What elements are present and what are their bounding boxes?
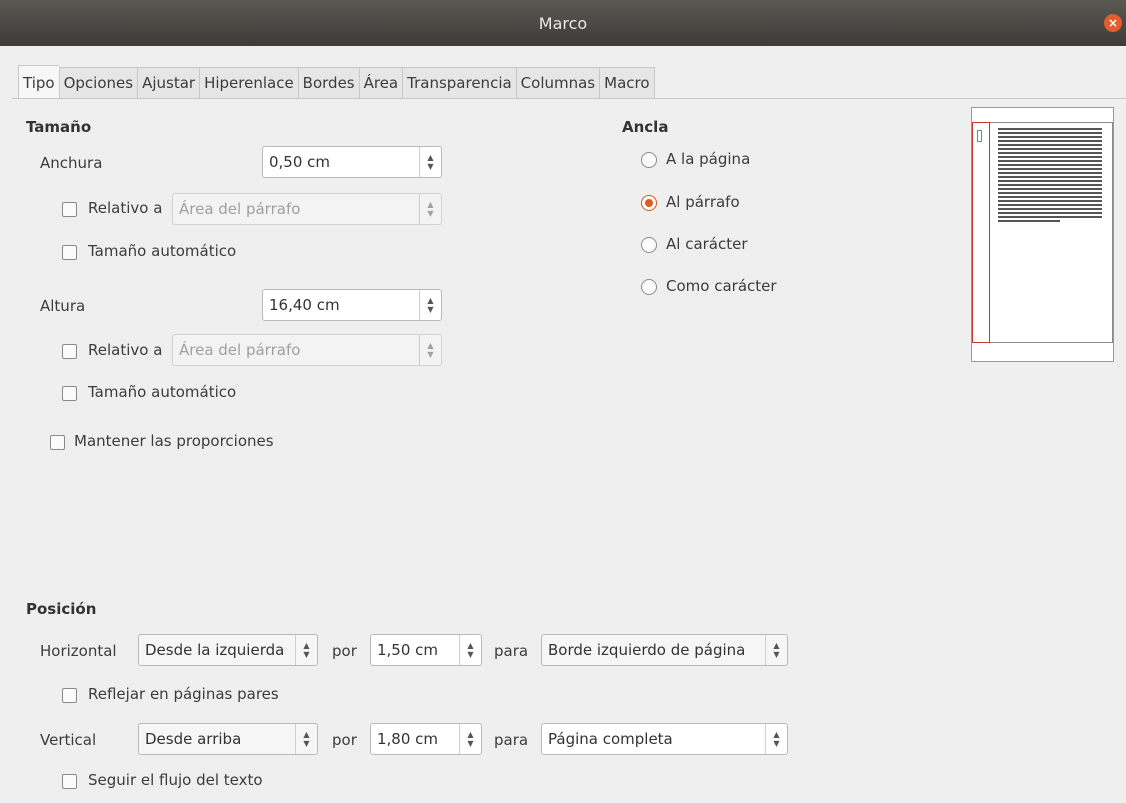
mirror-checkbox[interactable] bbox=[62, 688, 77, 703]
horizontal-value: Desde la izquierda bbox=[145, 641, 285, 659]
height-relative-label: Relativo a bbox=[88, 341, 163, 359]
anchor-paragraph-label: Al párrafo bbox=[666, 193, 740, 211]
spin-arrows-icon: ▲ ▼ bbox=[419, 194, 441, 224]
width-value: 0,50 cm bbox=[269, 153, 331, 171]
anchor-character-radio[interactable] bbox=[641, 237, 657, 253]
preview-frame bbox=[972, 122, 990, 343]
tab-macro[interactable]: Macro bbox=[599, 67, 655, 99]
width-relative-value: Área del párrafo bbox=[179, 200, 301, 218]
spin-arrows-icon[interactable]: ▲ ▼ bbox=[459, 635, 481, 665]
spin-arrows-icon[interactable]: ▲ ▼ bbox=[765, 635, 787, 665]
tab-bordes[interactable]: Bordes bbox=[297, 67, 359, 99]
v-to-value: Página completa bbox=[548, 730, 673, 748]
anchor-page-radio[interactable] bbox=[641, 152, 657, 168]
window-title: Marco bbox=[538, 13, 588, 33]
horizontal-label: Horizontal bbox=[40, 642, 117, 660]
keep-ratio-checkbox[interactable] bbox=[50, 435, 65, 450]
follow-flow-checkbox[interactable] bbox=[62, 774, 77, 789]
title-bar: Marco × bbox=[0, 0, 1126, 46]
width-relative-select: Área del párrafo ▲ ▼ bbox=[172, 193, 442, 225]
width-label: Anchura bbox=[40, 154, 103, 172]
horizontal-select[interactable]: Desde la izquierda ▲ ▼ bbox=[138, 634, 318, 666]
spin-arrows-icon[interactable]: ▲ ▼ bbox=[459, 724, 481, 754]
vertical-label: Vertical bbox=[40, 731, 97, 749]
anchor-as-character-label: Como carácter bbox=[666, 277, 777, 295]
h-to-value: Borde izquierdo de página bbox=[548, 641, 746, 659]
width-relative-checkbox[interactable] bbox=[62, 202, 77, 217]
spin-arrows-icon[interactable]: ▲ ▼ bbox=[419, 290, 441, 320]
height-spinbox[interactable]: 16,40 cm ▲ ▼ bbox=[262, 289, 442, 321]
height-relative-value: Área del párrafo bbox=[179, 341, 301, 359]
tab-opciones[interactable]: Opciones bbox=[58, 67, 138, 99]
tab-tipo[interactable]: Tipo bbox=[18, 65, 59, 99]
size-heading: Tamaño bbox=[26, 118, 92, 136]
spin-arrows-icon[interactable]: ▲ ▼ bbox=[765, 724, 787, 754]
mirror-label: Reflejar en páginas pares bbox=[88, 685, 279, 703]
tab-panel-tipo: Tamaño Anchura 0,50 cm ▲ ▼ Relativo a Áre… bbox=[12, 98, 1126, 803]
v-to-label: para bbox=[494, 731, 529, 749]
tab-columnas[interactable]: Columnas bbox=[515, 67, 600, 99]
anchor-heading: Ancla bbox=[622, 118, 669, 136]
v-by-value: 1,80 cm bbox=[377, 730, 439, 748]
width-auto-label: Tamaño automático bbox=[88, 242, 237, 260]
v-by-label: por bbox=[332, 731, 357, 749]
v-to-select[interactable]: Página completa ▲ ▼ bbox=[541, 723, 788, 755]
height-label: Altura bbox=[40, 297, 86, 315]
tab-transparencia[interactable]: Transparencia bbox=[402, 67, 516, 99]
v-by-spinbox[interactable]: 1,80 cm ▲ ▼ bbox=[370, 723, 482, 755]
vertical-select[interactable]: Desde arriba ▲ ▼ bbox=[138, 723, 318, 755]
height-relative-checkbox[interactable] bbox=[62, 344, 77, 359]
width-auto-checkbox[interactable] bbox=[62, 245, 77, 260]
anchor-page-label: A la página bbox=[666, 150, 751, 168]
spin-arrows-icon: ▲ ▼ bbox=[419, 335, 441, 365]
h-by-label: por bbox=[332, 642, 357, 660]
height-auto-label: Tamaño automático bbox=[88, 383, 237, 401]
anchor-paragraph-radio[interactable] bbox=[641, 195, 657, 211]
tab-hiperenlace[interactable]: Hiperenlace bbox=[199, 67, 298, 99]
h-by-spinbox[interactable]: 1,50 cm ▲ ▼ bbox=[370, 634, 482, 666]
anchor-character-label: Al carácter bbox=[666, 235, 748, 253]
height-relative-select: Área del párrafo ▲ ▼ bbox=[172, 334, 442, 366]
width-spinbox[interactable]: 0,50 cm ▲ ▼ bbox=[262, 146, 442, 178]
close-icon[interactable]: × bbox=[1104, 14, 1122, 32]
position-heading: Posición bbox=[26, 600, 97, 618]
vertical-value: Desde arriba bbox=[145, 730, 242, 748]
tab-area[interactable]: Área bbox=[358, 67, 403, 99]
tab-bar: Tipo Opciones Ajustar Hiperenlace Bordes… bbox=[18, 65, 655, 99]
height-value: 16,40 cm bbox=[269, 296, 340, 314]
h-to-label: para bbox=[494, 642, 529, 660]
tab-ajustar[interactable]: Ajustar bbox=[137, 67, 200, 99]
h-by-value: 1,50 cm bbox=[377, 641, 439, 659]
spin-arrows-icon[interactable]: ▲ ▼ bbox=[419, 147, 441, 177]
preview-anchor-marker bbox=[977, 130, 982, 142]
width-relative-label: Relativo a bbox=[88, 199, 163, 217]
spin-arrows-icon[interactable]: ▲ ▼ bbox=[295, 635, 317, 665]
follow-flow-label: Seguir el flujo del texto bbox=[88, 771, 263, 789]
keep-ratio-label: Mantener las proporciones bbox=[74, 432, 274, 450]
anchor-as-character-radio[interactable] bbox=[641, 279, 657, 295]
frame-preview bbox=[971, 107, 1114, 362]
spin-arrows-icon[interactable]: ▲ ▼ bbox=[295, 724, 317, 754]
preview-text-lines bbox=[998, 128, 1102, 224]
height-auto-checkbox[interactable] bbox=[62, 386, 77, 401]
h-to-select[interactable]: Borde izquierdo de página ▲ ▼ bbox=[541, 634, 788, 666]
